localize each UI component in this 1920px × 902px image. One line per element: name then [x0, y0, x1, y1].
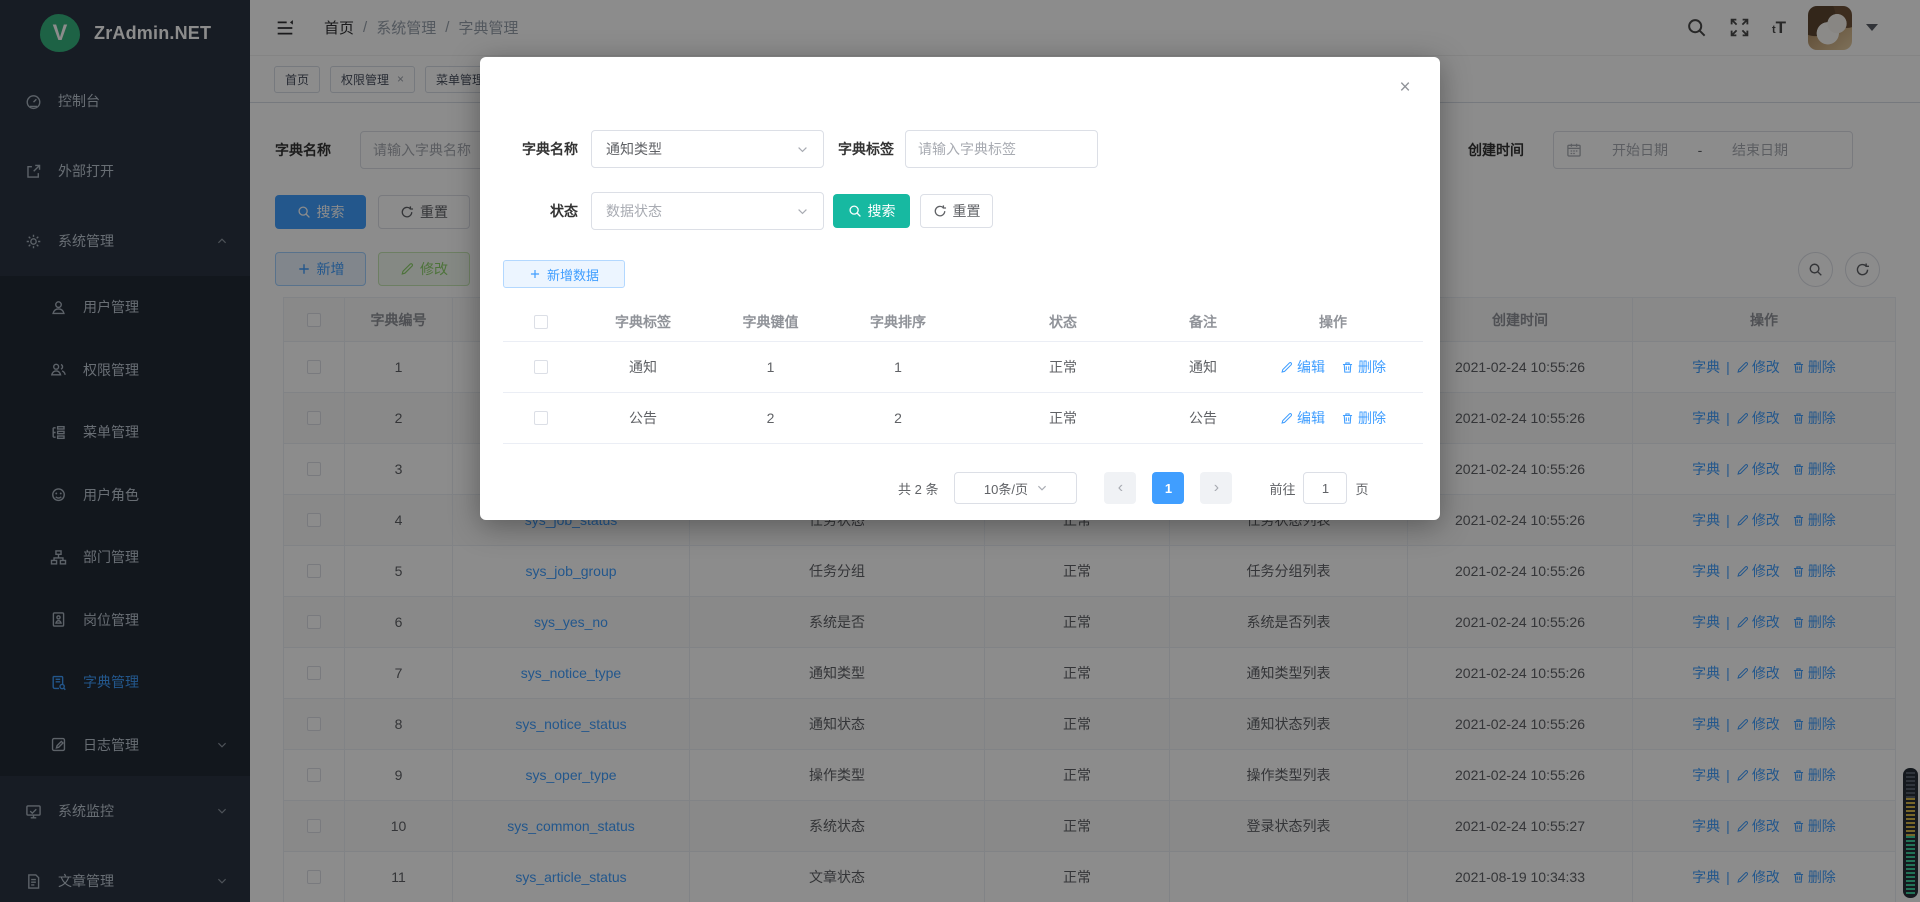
modal-row-edit-link[interactable]: 编辑	[1280, 408, 1325, 428]
modal-row-checkbox[interactable]	[534, 360, 548, 374]
pagination-prev-button[interactable]: ‹	[1104, 472, 1136, 504]
modal-reset-label: 重置	[953, 201, 981, 221]
modal-pagination: 共 2 条 10条/页 ‹ 1 › 前往 1 页	[898, 470, 1369, 506]
modal-header-remark: 备注	[1163, 302, 1243, 342]
modal-dict-name-select[interactable]: 通知类型	[591, 130, 824, 168]
modal-cell-remark: 公告	[1163, 393, 1243, 444]
modal-cell-remark: 通知	[1163, 342, 1243, 393]
modal-reset-button[interactable]: 重置	[920, 194, 993, 228]
edit-icon	[1280, 361, 1293, 374]
modal-table-header: 字典标签 字典键值 字典排序 状态 备注 操作	[503, 302, 1423, 342]
modal-row-checkbox-cell	[503, 393, 578, 444]
pagination-page-size-value: 10条/页	[984, 479, 1028, 498]
modal-status-label: 状态	[505, 192, 578, 230]
chevron-down-icon	[796, 143, 809, 156]
close-icon[interactable]: ×	[1396, 79, 1414, 97]
pagination-next-button[interactable]: ›	[1200, 472, 1232, 504]
modal-table-row: 通知 1 1 正常 通知 编辑 删除	[503, 342, 1423, 393]
modal-table-body: 通知 1 1 正常 通知 编辑 删除 公告 2 2 正常 公告 编辑 删除	[503, 342, 1423, 444]
modal-header-value: 字典键值	[708, 302, 833, 342]
modal-row-delete-link[interactable]: 删除	[1341, 357, 1386, 377]
modal-dict-name-value: 通知类型	[606, 139, 662, 159]
modal-cell-status: 正常	[963, 393, 1163, 444]
modal-search-button[interactable]: 搜索	[833, 194, 910, 228]
modal-row-edit-link[interactable]: 编辑	[1280, 357, 1325, 377]
pagination-goto-input[interactable]: 1	[1303, 472, 1347, 504]
pagination-page-unit: 页	[1355, 479, 1368, 498]
trash-icon	[1341, 361, 1354, 374]
modal-status-select[interactable]: 数据状态	[591, 192, 824, 230]
pagination-page-1[interactable]: 1	[1152, 472, 1184, 504]
modal-header-label: 字典标签	[578, 302, 708, 342]
modal-header-ops: 操作	[1243, 302, 1423, 342]
modal-cell-value: 2	[708, 393, 833, 444]
modal-row-checkbox-cell	[503, 342, 578, 393]
modal-add-data-button[interactable]: 新增数据	[503, 260, 625, 288]
chevron-down-icon	[1036, 482, 1048, 494]
modal-cell-label: 通知	[578, 342, 708, 393]
dict-data-modal: × 字典名称 通知类型 字典标签 请输入字典标签 状态 数据状态 搜索 重置 新…	[480, 57, 1440, 520]
modal-dict-label-placeholder: 请输入字典标签	[918, 139, 1016, 159]
modal-table-row: 公告 2 2 正常 公告 编辑 删除	[503, 393, 1423, 444]
edit-icon	[1280, 412, 1293, 425]
modal-dict-label-input[interactable]: 请输入字典标签	[905, 130, 1098, 168]
modal-header-checkbox	[503, 302, 578, 342]
modal-dict-label-label: 字典标签	[828, 130, 894, 168]
modal-cell-sort: 2	[833, 393, 963, 444]
modal-table: 字典标签 字典键值 字典排序 状态 备注 操作 通知 1 1 正常 通知 编辑 …	[503, 302, 1423, 444]
pagination-total: 共 2 条	[898, 479, 938, 498]
search-icon	[848, 204, 862, 218]
chevron-down-icon	[796, 205, 809, 218]
app-root: V ZrAdmin.NET 控制台 外部打开 系统管理 用户管理 权限管理 菜单…	[0, 0, 1920, 902]
pagination-page-size-select[interactable]: 10条/页	[954, 472, 1077, 504]
modal-cell-status: 正常	[963, 342, 1163, 393]
modal-dict-name-label: 字典名称	[505, 130, 578, 168]
modal-cell-value: 1	[708, 342, 833, 393]
modal-row-delete-link[interactable]: 删除	[1341, 408, 1386, 428]
plus-icon	[529, 268, 541, 280]
modal-cell-sort: 1	[833, 342, 963, 393]
modal-cell-ops: 编辑 删除	[1243, 342, 1423, 393]
refresh-icon	[933, 204, 947, 218]
modal-row-checkbox[interactable]	[534, 411, 548, 425]
modal-status-placeholder: 数据状态	[606, 201, 662, 221]
modal-cell-label: 公告	[578, 393, 708, 444]
pagination-goto-label: 前往	[1269, 479, 1295, 498]
modal-search-label: 搜索	[868, 201, 896, 221]
modal-header-sort: 字典排序	[833, 302, 963, 342]
trash-icon	[1341, 412, 1354, 425]
modal-add-data-label: 新增数据	[547, 265, 599, 284]
modal-cell-ops: 编辑 删除	[1243, 393, 1423, 444]
modal-header-status: 状态	[963, 302, 1163, 342]
modal-select-all-checkbox[interactable]	[534, 315, 548, 329]
